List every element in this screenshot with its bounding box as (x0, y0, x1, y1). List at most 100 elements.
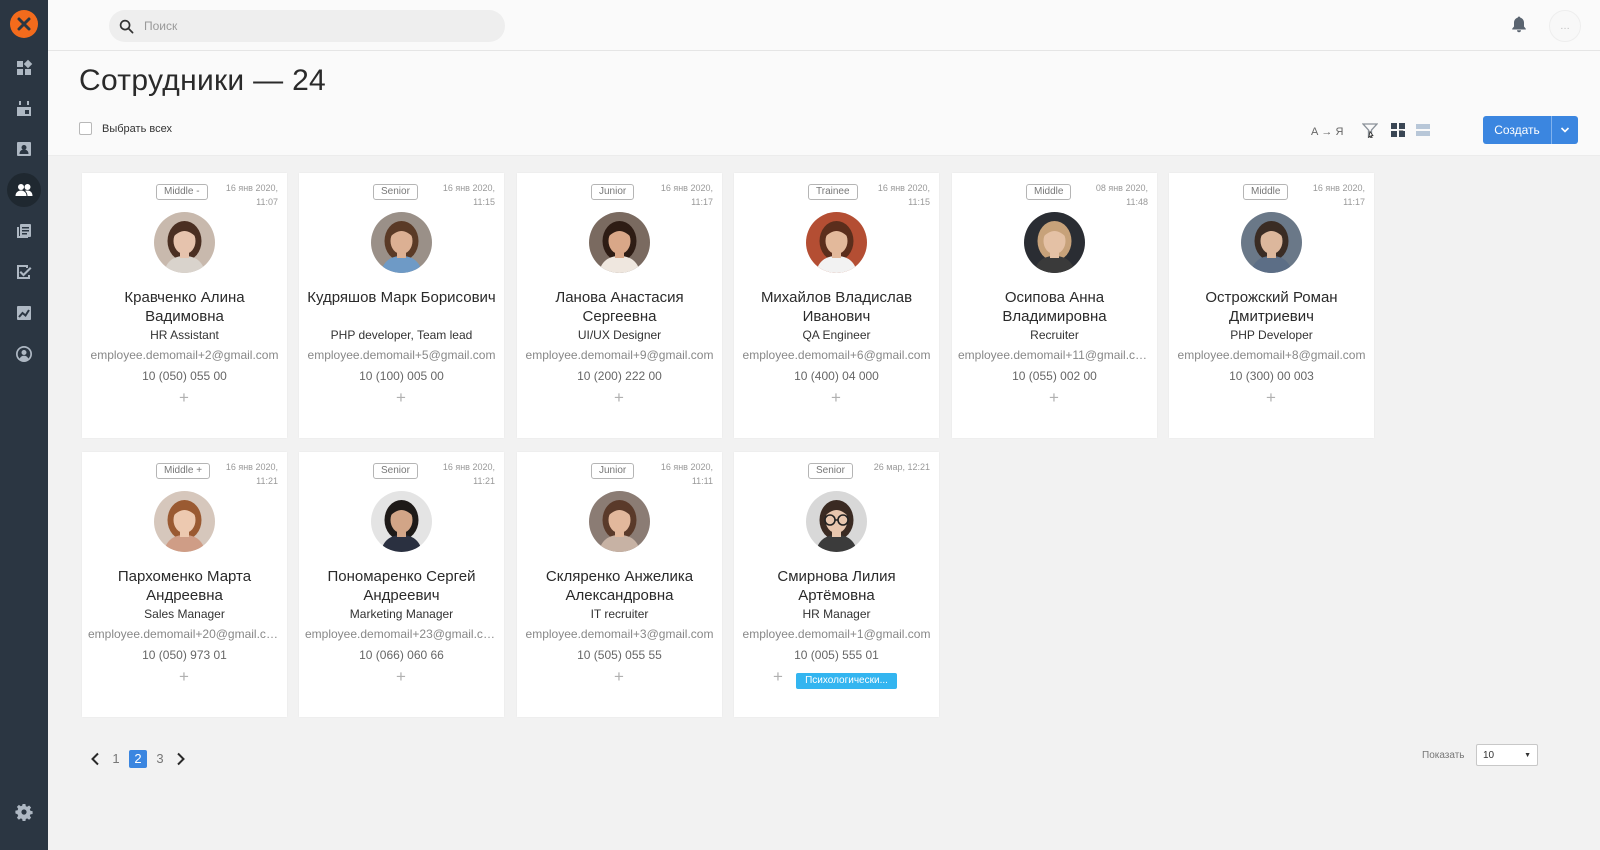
employee-name[interactable]: Пономаренко Сергей Андреевич (304, 567, 499, 605)
select-all-checkbox[interactable] (79, 122, 92, 135)
updated-date: 16 янв 2020, 11:17 (660, 183, 713, 207)
add-tag-button[interactable]: + (610, 389, 628, 407)
add-tag-button[interactable]: + (769, 668, 787, 686)
sidebar-item-reports[interactable] (0, 295, 48, 331)
search-input[interactable] (144, 19, 474, 33)
employee-photo[interactable] (371, 212, 432, 273)
employee-tag[interactable]: Психологически... (796, 673, 897, 689)
page-header: Сотрудники — 24 Выбрать всех А → Я ▼ Соз… (48, 51, 1600, 156)
add-tag-button[interactable]: + (175, 389, 193, 407)
employee-photo[interactable] (371, 491, 432, 552)
add-tag-button[interactable]: + (1045, 389, 1063, 407)
employee-name[interactable]: Михайлов Владислав Иванович (739, 288, 934, 326)
updated-date: 16 янв 2020, 11:15 (877, 183, 930, 207)
employee-phone: 10 (200) 222 00 (577, 369, 662, 383)
dashboard-icon (17, 59, 33, 75)
sidebar-item-settings[interactable] (0, 794, 48, 830)
profile-icon (16, 346, 32, 362)
add-tag-button[interactable]: + (175, 668, 193, 686)
employee-email[interactable]: employee.demomail+8@gmail.com (1175, 348, 1368, 362)
employee-name[interactable]: Острожский Роман Дмитриевич (1174, 288, 1369, 326)
user-avatar[interactable]: … (1549, 10, 1581, 42)
employee-email[interactable]: employee.demomail+9@gmail.com (523, 348, 716, 362)
employee-photo[interactable] (589, 212, 650, 273)
employee-position: QA Engineer (802, 328, 871, 342)
create-button-group: Создать (1483, 116, 1578, 144)
employee-name[interactable]: Осипова Анна Владимировна (957, 288, 1152, 326)
grade-badge: Junior (591, 184, 635, 200)
employee-card[interactable]: Senior 16 янв 2020, 11:15 Кудряшов Марк Бо… (299, 173, 504, 438)
list-view-button[interactable] (1413, 120, 1433, 140)
create-button[interactable]: Создать (1483, 116, 1551, 144)
employee-card[interactable]: Middle - 16 янв 2020, 11:07 Кравченко Алин… (82, 173, 287, 438)
sidebar-item-profile[interactable] (0, 336, 48, 372)
employee-card[interactable]: Junior 16 янв 2020, 11:11 Скляренко Анжели… (517, 452, 722, 717)
prev-page-button[interactable] (85, 749, 105, 769)
sidebar-item-employees[interactable] (0, 172, 48, 208)
employee-position: Recruiter (1030, 328, 1079, 342)
notifications-button[interactable] (1510, 15, 1530, 35)
employee-email[interactable]: employee.demomail+3@gmail.com (523, 627, 716, 641)
add-tag-button[interactable]: + (827, 389, 845, 407)
employee-phone: 10 (505) 055 55 (577, 648, 662, 662)
employee-photo[interactable] (806, 212, 867, 273)
employee-photo[interactable] (806, 491, 867, 552)
select-all[interactable]: Выбрать всех (79, 122, 172, 135)
employee-email[interactable]: employee.demomail+23@gmail.com (305, 627, 498, 641)
create-dropdown-button[interactable] (1551, 116, 1578, 144)
add-tag-button[interactable]: + (392, 389, 410, 407)
sidebar-item-documents[interactable] (0, 213, 48, 249)
employee-card[interactable]: Middle + 16 янв 2020, 11:21 Пархоменко Мар… (82, 452, 287, 717)
employee-card[interactable]: Senior 26 мар, 12:21 Смирнова Лилия Артёмо… (734, 452, 939, 717)
close-x-icon (17, 17, 31, 31)
chevron-down-icon (1560, 127, 1570, 133)
employee-card[interactable]: Senior 16 янв 2020, 11:21 Пономаренко Серг… (299, 452, 504, 717)
sidebar-item-calendar[interactable] (0, 91, 48, 127)
app-logo[interactable] (10, 10, 38, 38)
employee-photo[interactable] (1241, 212, 1302, 273)
employee-email[interactable]: employee.demomail+5@gmail.com (305, 348, 498, 362)
filter-button[interactable] (1360, 120, 1380, 140)
updated-date: 08 янв 2020, 11:48 (1095, 183, 1148, 207)
employee-name[interactable]: Ланова Анастасия Сергеевна (522, 288, 717, 326)
employee-photo[interactable] (154, 491, 215, 552)
employee-email[interactable]: employee.demomail+11@gmail.com (958, 348, 1151, 362)
employee-email[interactable]: employee.demomail+20@gmail.com (88, 627, 281, 641)
employee-name[interactable]: Кудряшов Марк Борисович (304, 288, 499, 307)
sidebar-item-contacts[interactable] (0, 131, 48, 167)
employee-name[interactable]: Кравченко Алина Вадимовна (87, 288, 282, 326)
page-2[interactable]: 2 (129, 750, 147, 768)
add-tag-button[interactable]: + (1262, 389, 1280, 407)
employee-email[interactable]: employee.demomail+6@gmail.com (740, 348, 933, 362)
page-1[interactable]: 1 (107, 750, 125, 768)
employee-photo[interactable] (154, 212, 215, 273)
sidebar-item-tasks[interactable] (0, 254, 48, 290)
employee-card[interactable]: Trainee 16 янв 2020, 11:15 Михайлов Владис… (734, 173, 939, 438)
documents-icon (17, 224, 31, 238)
sidebar-item-dashboard[interactable] (0, 50, 48, 86)
employee-name[interactable]: Пархоменко Марта Андреевна (87, 567, 282, 605)
grid-view-button[interactable] (1388, 120, 1408, 140)
grade-badge: Trainee (808, 184, 858, 200)
search-icon (119, 19, 134, 33)
page-title: Сотрудники — 24 (79, 64, 327, 97)
employee-card[interactable]: Middle 16 янв 2020, 11:17 Острожский Роман… (1169, 173, 1374, 438)
employee-photo[interactable] (589, 491, 650, 552)
top-bar: … (48, 0, 1600, 51)
list-view-icon (1416, 124, 1430, 136)
next-page-button[interactable] (171, 749, 191, 769)
updated-date: 16 янв 2020, 11:11 (660, 462, 713, 486)
page-size-select[interactable]: 10 ▼ (1476, 744, 1538, 766)
employee-card[interactable]: Junior 16 янв 2020, 11:17 Ланова Анастасия… (517, 173, 722, 438)
employee-email[interactable]: employee.demomail+1@gmail.com (740, 627, 933, 641)
employee-email[interactable]: employee.demomail+2@gmail.com (88, 348, 281, 362)
employee-photo[interactable] (1024, 212, 1085, 273)
employee-name[interactable]: Смирнова Лилия Артёмовна (739, 567, 934, 605)
add-tag-button[interactable]: + (392, 668, 410, 686)
employee-card[interactable]: Middle 08 янв 2020, 11:48 Осипова Анна Вла… (952, 173, 1157, 438)
add-tag-button[interactable]: + (610, 668, 628, 686)
reports-icon (17, 306, 31, 320)
updated-date: 16 янв 2020, 11:21 (225, 462, 278, 486)
page-3[interactable]: 3 (151, 750, 169, 768)
employee-name[interactable]: Скляренко Анжелика Александровна (522, 567, 717, 605)
